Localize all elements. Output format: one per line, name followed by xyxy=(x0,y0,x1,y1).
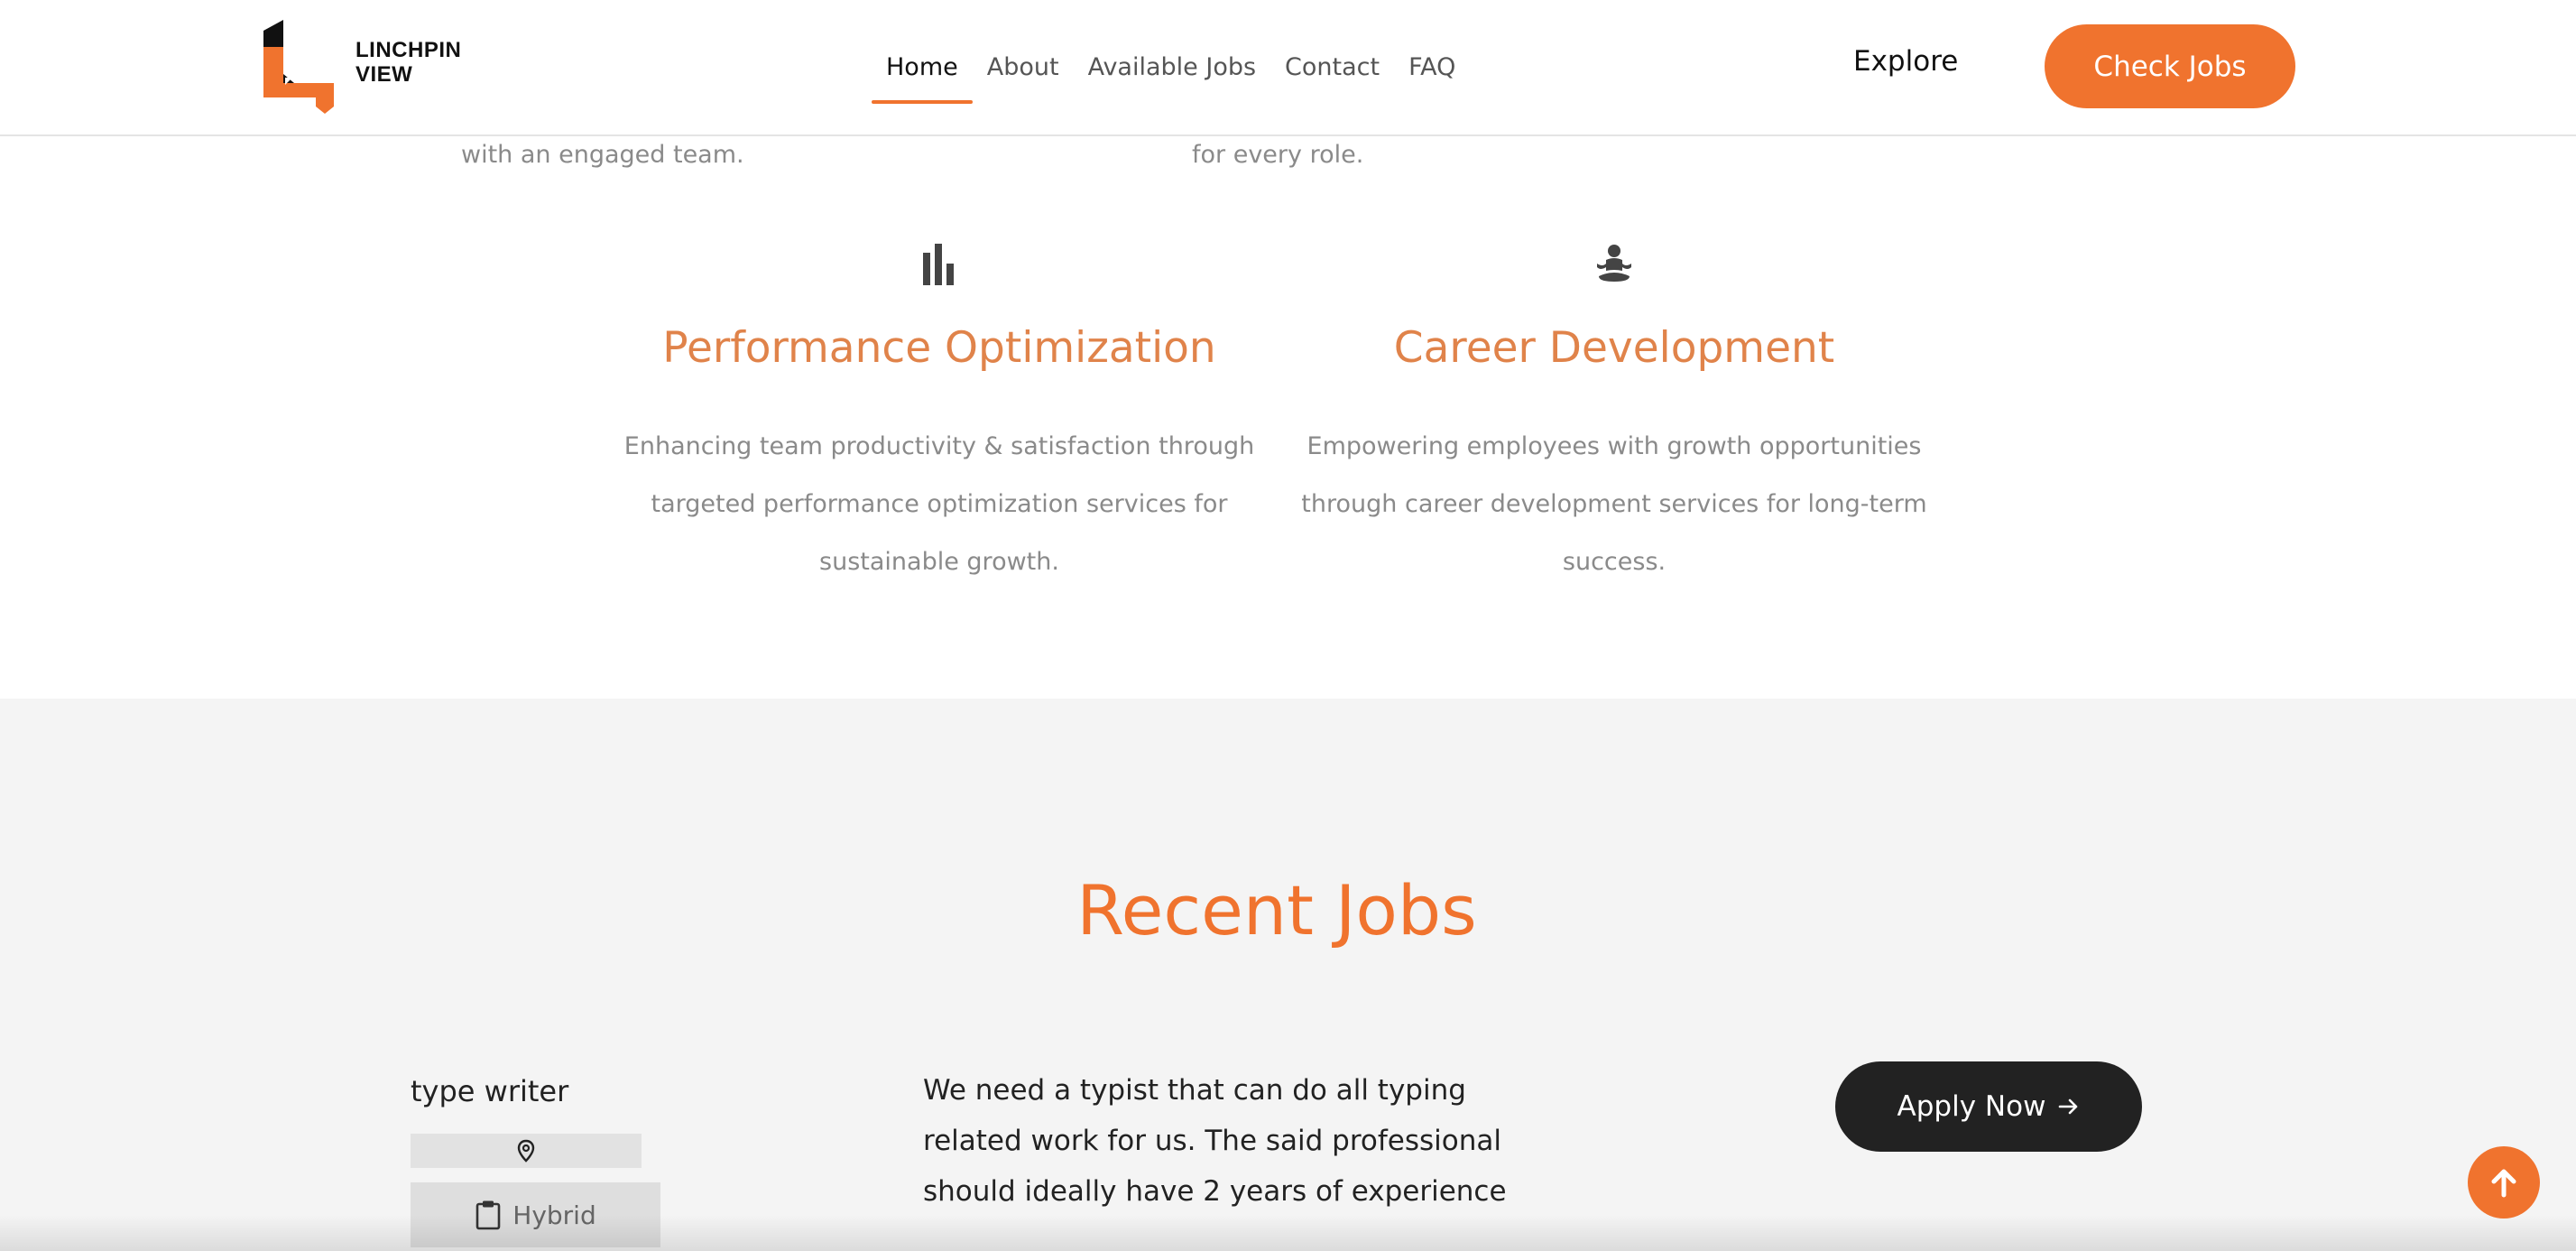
arrow-up-icon xyxy=(2491,1169,2516,1198)
feature-description: Empowering employees with growth opportu… xyxy=(1301,432,1927,576)
arrow-right-icon xyxy=(2059,1098,2078,1115)
nav-available-jobs[interactable]: Available Jobs xyxy=(1074,0,1270,134)
feature-title: Career Development xyxy=(1393,323,1835,373)
brand-name[interactable]: LINCHPIN VIEW xyxy=(355,38,461,87)
site-header: LINCHPIN VIEW Home About Available Jobs … xyxy=(0,0,2576,136)
nav-faq[interactable]: FAQ xyxy=(1394,0,1470,134)
meditation-icon xyxy=(1597,245,1631,282)
recent-jobs-section: Recent Jobs type writer Hybrid We need a… xyxy=(0,699,2576,1251)
brand-line-2: VIEW xyxy=(355,62,413,87)
feature-description: Enhancing team productivity & satisfacti… xyxy=(623,432,1255,576)
job-location-badge xyxy=(411,1134,642,1168)
apply-now-label: Apply Now xyxy=(1897,1090,2046,1123)
feature-performance-optimization: Performance Optimization Enhancing team … xyxy=(610,244,1269,591)
feature-text-fragment-right: for every role. xyxy=(1192,141,1364,169)
bar-chart-icon xyxy=(923,244,954,285)
nav-contact[interactable]: Contact xyxy=(1270,0,1394,134)
scroll-to-top-button[interactable] xyxy=(2468,1146,2540,1219)
main-nav: Home About Available Jobs Contact FAQ xyxy=(872,0,1470,134)
bottom-fade xyxy=(0,1215,2576,1251)
check-jobs-button[interactable]: Check Jobs xyxy=(2045,24,2295,108)
explore-link[interactable]: Explore xyxy=(1853,45,1958,78)
job-description: We need a typist that can do all typing … xyxy=(923,1074,1507,1208)
feature-text-fragment-left: with an engaged team. xyxy=(461,141,744,169)
job-title[interactable]: type writer xyxy=(411,1074,568,1108)
location-pin-icon xyxy=(517,1139,535,1163)
feature-title: Performance Optimization xyxy=(662,323,1216,373)
apply-now-button[interactable]: Apply Now xyxy=(1835,1061,2142,1152)
nav-about[interactable]: About xyxy=(973,0,1074,134)
linchpin-logo-icon[interactable] xyxy=(262,20,348,114)
nav-home[interactable]: Home xyxy=(872,0,973,134)
brand-line-1: LINCHPIN xyxy=(355,38,462,62)
recent-jobs-title: Recent Jobs xyxy=(1076,870,1477,950)
feature-career-development: Career Development Empowering employees … xyxy=(1285,244,1944,591)
